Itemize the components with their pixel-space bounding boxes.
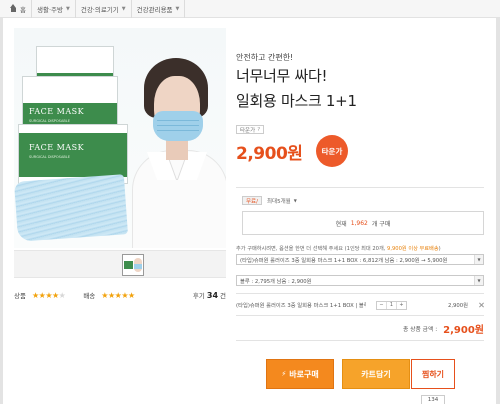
reviews-label: 후기	[192, 292, 205, 300]
product-title-line1: 너무너무 싸다!	[236, 67, 328, 85]
total-label: 총 상품 금액 :	[403, 327, 438, 333]
option-note-end: )	[438, 246, 441, 252]
wishlist-label: 찜하기	[421, 369, 445, 379]
shipping-row: 무료/ 최대5개월 ▼	[242, 196, 297, 205]
box-label: FACE MASK	[29, 143, 85, 152]
buy-now-button[interactable]: ⚡ 바로구매	[266, 359, 334, 389]
home-icon	[9, 4, 18, 13]
product-rating-label: 상품	[14, 292, 26, 300]
reviews-suffix: 건	[220, 292, 226, 300]
selected-option-name: (타입)슈퍼원 롤러이즈 3중 일회용 마스크 1+1 BOX | 블루	[236, 303, 366, 309]
shipping-chip: 무료/	[242, 196, 262, 205]
purchase-count-suffix: 개 구매	[371, 220, 391, 228]
delivery-rating-label: 배송	[83, 292, 96, 300]
buy-now-label: 바로구매	[289, 369, 319, 379]
product-rating-stars: ★★★★★	[31, 290, 66, 300]
option-note: 추가 구매하시려면, 옵션을 한번 더 선택해 주세요 (1인당 최대 20개,…	[236, 245, 441, 252]
option-note-highlight: 9,900원 이상 무료배송	[387, 246, 439, 252]
qty-increase-button[interactable]: +	[397, 302, 406, 309]
model-neck	[166, 138, 188, 160]
add-to-cart-button[interactable]: 카트담기	[342, 359, 410, 389]
mask-box-top: FACE MASK SURGICAL DISPOSABLE	[22, 76, 118, 129]
selected-option-row: (타입)슈퍼원 롤러이즈 3중 일회용 마스크 1+1 BOX | 블루 − 1…	[236, 298, 484, 312]
product-main-image[interactable]: FACE MASK SURGICAL DISPOSABLE FACE MASK …	[14, 28, 226, 248]
breadcrumb: 홈 생활·주방 ▼ 건강·의료기기 ▼ 건강관리용품 ▼	[0, 0, 500, 18]
option-select-color[interactable]: 블루 : 2,795개 남음 : 2,900원 ▼	[236, 275, 484, 286]
breadcrumb-item-living[interactable]: 생활·주방 ▼	[32, 0, 76, 18]
box-sub-label: SURGICAL DISPOSABLE	[29, 119, 70, 123]
product-price: 2,900원	[236, 144, 303, 164]
product-rating: 상품 ★★★★★	[14, 290, 66, 301]
breadcrumb-item-health-devices[interactable]: 건강·의료기기 ▼	[76, 0, 132, 18]
product-thumbnail[interactable]	[122, 254, 144, 276]
qty-decrease-button[interactable]: −	[377, 302, 386, 309]
purchase-count-box: 현재 1,962 개 구매	[242, 211, 484, 235]
wishlist-count: 134	[421, 395, 445, 404]
add-to-cart-label: 카트담기	[361, 369, 391, 379]
divider	[236, 187, 484, 188]
total-row: 총 상품 금액 : 2,900원	[236, 321, 484, 336]
lightning-icon: ⚡	[281, 370, 287, 378]
breadcrumb-home[interactable]: 홈	[4, 0, 32, 18]
price-type-tag[interactable]: 타운가 ?	[236, 125, 265, 134]
qty-value[interactable]: 1	[386, 301, 397, 309]
installment-label: 최대5개월	[266, 198, 291, 205]
price-type-label: 타운가	[240, 127, 256, 134]
breadcrumb-item-health-care[interactable]: 건강관리용품 ▼	[132, 0, 186, 18]
model-coat	[132, 150, 226, 248]
breadcrumb-home-label: 홈	[20, 5, 26, 14]
delivery-rating-stars: ★★★★★	[101, 290, 135, 300]
box-sub-label: SURGICAL DISPOSABLE	[29, 155, 70, 159]
chevron-down-icon: ▼	[474, 255, 483, 264]
installment-dropdown[interactable]: 최대5개월 ▼	[267, 197, 297, 205]
option-select-type[interactable]: (타입)슈퍼원 롤러이즈 3중 일회용 마스크 1+1 BOX : 6,812개…	[236, 254, 484, 265]
option-select-value: 블루 : 2,795개 남음 : 2,900원	[240, 278, 312, 285]
wishlist-button[interactable]: 찜하기	[411, 359, 455, 389]
purchase-count-prefix: 현재	[335, 220, 347, 228]
review-count-link[interactable]: 후기 34 건	[192, 290, 226, 301]
breadcrumb-item-label: 생활·주방	[36, 5, 63, 14]
divider	[236, 293, 484, 294]
chevron-down-icon: ▼	[175, 5, 180, 12]
quantity-stepper: − 1 +	[376, 300, 407, 310]
close-icon[interactable]	[478, 302, 484, 308]
divider	[236, 340, 484, 341]
chevron-down-icon: ▼	[121, 5, 126, 12]
product-title-line2: 일회용 마스크 1+1	[236, 92, 357, 110]
delivery-rating: 배송 ★★★★★	[83, 290, 135, 301]
divider	[236, 315, 484, 316]
price-badge: 타운가	[316, 135, 348, 167]
product-tagline: 안전하고 간편한!	[236, 53, 294, 62]
mask-pile	[14, 174, 128, 242]
selected-option-price: 2,900원	[447, 303, 468, 309]
option-select-value: (타입)슈퍼원 롤러이즈 3중 일회용 마스크 1+1 BOX : 6,812개…	[240, 257, 448, 264]
chevron-down-icon: ▼	[474, 276, 483, 285]
thumbnail-strip	[14, 250, 226, 278]
chevron-down-icon: ▼	[293, 198, 297, 203]
option-note-text: 추가 구매하시려면, 옵션을 한번 더 선택해 주세요 (1인당 최대 20개,	[236, 246, 386, 252]
breadcrumb-item-label: 건강관리용품	[136, 5, 173, 14]
chevron-down-icon: ▼	[65, 5, 70, 12]
reviews-count: 34	[206, 290, 219, 300]
total-price: 2,900원	[443, 325, 484, 336]
box-label: FACE MASK	[29, 107, 85, 116]
rating-row: 상품 ★★★★★ 배송 ★★★★★ 후기 34 건	[14, 289, 226, 301]
purchase-count: 1,962	[350, 219, 368, 227]
breadcrumb-item-label: 건강·의료기기	[80, 5, 119, 14]
model-face-mask	[153, 111, 203, 141]
help-icon: ?	[257, 126, 261, 133]
